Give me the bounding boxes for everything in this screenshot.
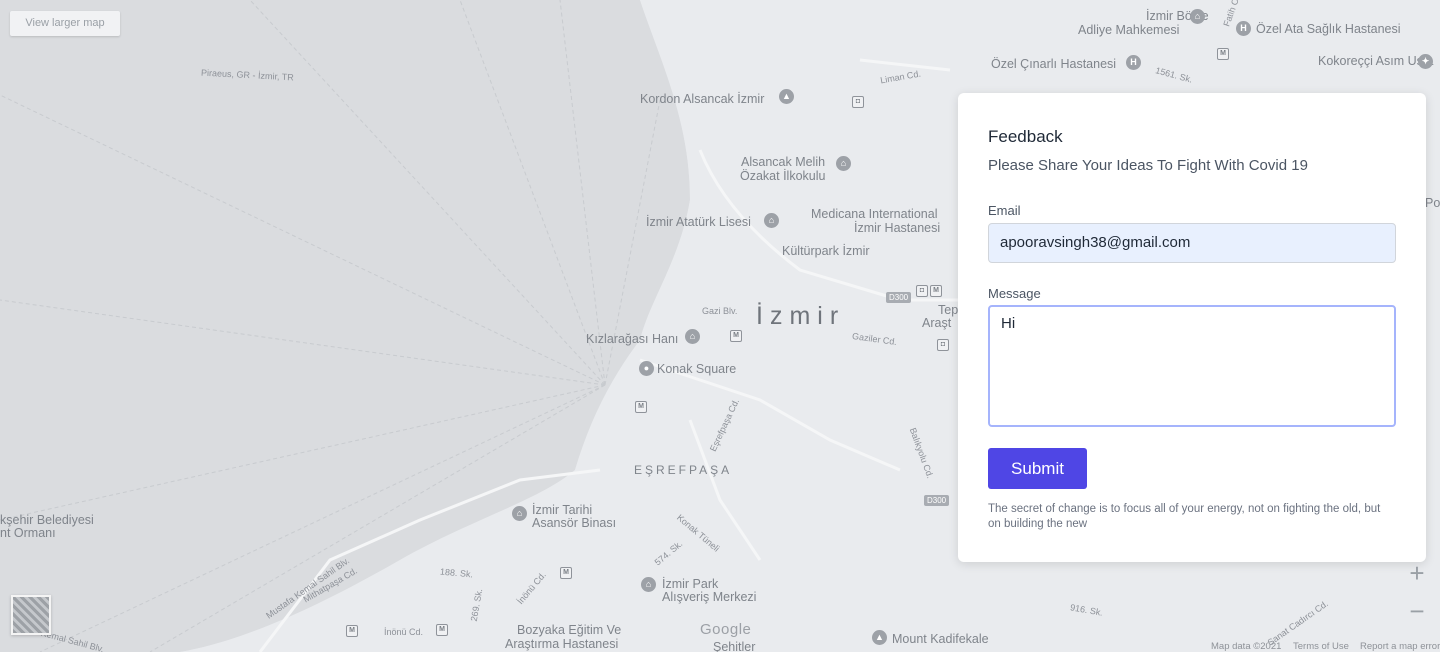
satellite-toggle-button[interactable]	[11, 595, 51, 635]
poi-medicana-1: Medicana International	[811, 207, 938, 221]
email-label: Email	[988, 203, 1021, 218]
district-label: EŞREFPAŞA	[634, 463, 733, 477]
metro-icon: ◘	[852, 96, 864, 108]
poi-belediye-1: kşehir Belediyesi	[0, 513, 94, 527]
poi-bozyaka-1: Bozyaka Eğitim Ve	[517, 623, 622, 637]
report-map-error-link[interactable]: Report a map error	[1360, 641, 1440, 652]
poi-kulturpark: Kültürpark İzmir	[782, 244, 870, 258]
google-logo: Google	[700, 621, 752, 638]
school-icon: ⌂	[836, 156, 851, 171]
map-data-attribution: Map data ©2021	[1211, 641, 1282, 652]
bus-icon: ◘	[937, 339, 949, 351]
road-gazi: Gazi Blv.	[702, 306, 738, 316]
mountain-icon: ▲	[872, 630, 887, 645]
poi-sehitler: Şehitler	[713, 640, 756, 652]
poi-tep-1: Tep	[938, 303, 959, 317]
poi-park-2: Alışveriş Merkezi	[662, 590, 757, 604]
poi-tarihi-1: İzmir Tarihi	[532, 503, 593, 517]
poi-ozel-ata: Özel Ata Sağlık Hastanesi	[1256, 22, 1401, 36]
shopping-icon: ⌂	[641, 577, 656, 592]
email-field[interactable]: apooravsingh38@gmail.com	[988, 223, 1396, 263]
city-label: İzmir	[756, 302, 846, 330]
hospital-icon: H	[1126, 55, 1141, 70]
metro-icon: M	[436, 624, 448, 636]
poi-mount-kadifekale: Mount Kadifekale	[892, 632, 989, 646]
road-inonu-2: İnönü Cd.	[384, 627, 424, 637]
metro-icon: M	[346, 625, 358, 637]
hospital-icon: H	[1236, 21, 1251, 36]
poi-alsancak-1: Alsancak Melih	[741, 155, 826, 169]
message-textarea[interactable]: Hi	[988, 305, 1396, 427]
road-shield-d300: D300	[924, 495, 950, 506]
metro-icon: M	[635, 401, 647, 413]
poi-ozel-cinarli: Özel Çınarlı Hastanesi	[991, 57, 1117, 71]
poi-alsancak-2: Özakat İlkokulu	[740, 169, 826, 183]
road-shield-d300: D300	[886, 292, 912, 303]
poi-tep-2: Araşt	[922, 316, 952, 330]
message-label: Message	[988, 286, 1041, 301]
poi-ataturk-lisesi: İzmir Atatürk Lisesi	[646, 215, 751, 229]
poi-belediye-2: nt Ormanı	[0, 526, 56, 540]
metro-icon: M	[930, 285, 942, 297]
metro-icon: ◘	[916, 285, 928, 297]
metro-icon: M	[560, 567, 572, 579]
feedback-card: Feedback Please Share Your Ideas To Figh…	[958, 93, 1426, 562]
poi-po: Po	[1425, 196, 1440, 210]
terms-of-use-link[interactable]: Terms of Use	[1293, 641, 1349, 652]
feedback-subtitle: Please Share Your Ideas To Fight With Co…	[988, 157, 1308, 174]
restaurant-icon: ✦	[1418, 54, 1433, 69]
poi-kizlaragasi: Kızlarağası Hanı	[586, 332, 679, 346]
submit-button[interactable]: Submit	[988, 448, 1087, 489]
poi-tarihi-2: Asansör Binası	[532, 516, 617, 530]
poi-medicana-2: İzmir Hastanesi	[854, 221, 941, 235]
view-larger-map-link[interactable]: View larger map	[10, 11, 120, 36]
location-pin-icon: ●	[639, 361, 654, 376]
museum-icon: ⌂	[1190, 9, 1205, 24]
school-icon: ⌂	[764, 213, 779, 228]
landmark-icon: ▲	[779, 89, 794, 104]
poi-park-1: İzmir Park	[662, 577, 719, 591]
poi-adliye: Adliye Mahkemesi	[1078, 23, 1180, 37]
zoom-out-button[interactable]: −	[1400, 594, 1434, 628]
feedback-title: Feedback	[988, 127, 1063, 146]
museum-icon: ⌂	[685, 329, 700, 344]
poi-bozyaka-2: Araştırma Hastanesi	[505, 637, 619, 651]
feedback-quote: The secret of change is to focus all of …	[988, 503, 1381, 530]
poi-kokorecci: Kokoreççi Asım Usta	[1318, 54, 1434, 68]
metro-icon: M	[730, 330, 742, 342]
landmark-icon: ⌂	[512, 506, 527, 521]
metro-icon: M	[1217, 48, 1229, 60]
poi-konak-square: Konak Square	[657, 362, 737, 376]
poi-kordon: Kordon Alsancak İzmir	[640, 92, 765, 106]
